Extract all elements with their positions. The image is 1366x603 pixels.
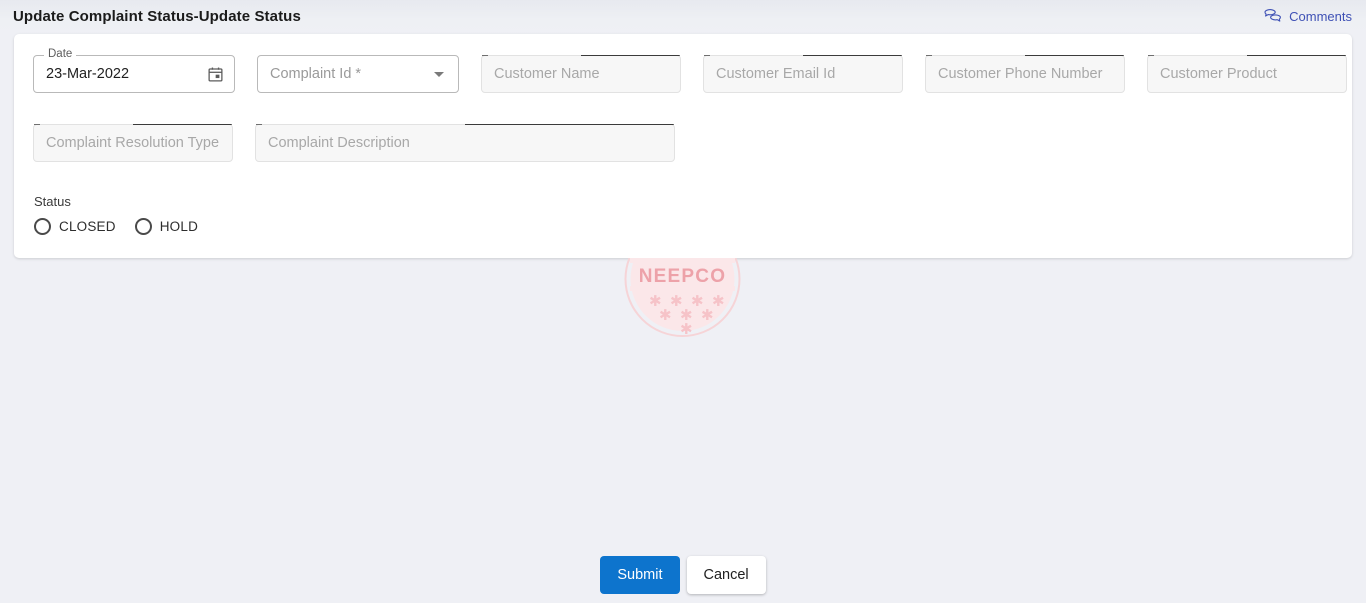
status-radio-closed-label: CLOSED bbox=[59, 219, 116, 234]
svg-text:✱: ✱ bbox=[680, 307, 693, 324]
svg-text:✱: ✱ bbox=[701, 307, 714, 324]
complaint-id-select-placeholder: Complaint Id * bbox=[270, 66, 362, 82]
chevron-down-icon[interactable] bbox=[434, 71, 444, 77]
svg-text:✱: ✱ bbox=[680, 321, 693, 338]
date-field[interactable]: Date 23-Mar-2022 bbox=[33, 48, 235, 93]
date-field-label: Date bbox=[44, 48, 77, 60]
complaint-description-field: Complaint Description bbox=[255, 124, 675, 162]
page-header: Update Complaint Status-Update Status Co… bbox=[0, 0, 1366, 33]
comments-link-label: Comments bbox=[1289, 9, 1352, 24]
comments-icon bbox=[1264, 8, 1282, 26]
customer-name-placeholder: Customer Name bbox=[494, 66, 600, 82]
customer-email-id-field: Customer Email Id bbox=[703, 55, 903, 93]
customer-name-field: Customer Name bbox=[481, 55, 681, 93]
status-radio-row: CLOSED HOLD bbox=[34, 218, 198, 235]
customer-phone-number-placeholder: Customer Phone Number bbox=[938, 66, 1103, 82]
complaint-resolution-type-field: Complaint Resolution Type bbox=[33, 124, 233, 162]
complaint-id-select[interactable]: Complaint Id * bbox=[257, 55, 459, 93]
status-radio-hold[interactable]: HOLD bbox=[134, 218, 199, 235]
cancel-button[interactable]: Cancel bbox=[686, 556, 766, 594]
radio-circle-icon bbox=[34, 218, 51, 235]
svg-text:✱: ✱ bbox=[659, 307, 672, 324]
customer-product-placeholder: Customer Product bbox=[1160, 66, 1277, 82]
status-radio-hold-label: HOLD bbox=[159, 219, 199, 234]
form-row-one: Date 23-Mar-2022 Complaint Id * Customer… bbox=[33, 48, 1366, 93]
complaint-form-card: Date 23-Mar-2022 Complaint Id * Customer… bbox=[14, 34, 1352, 258]
svg-text:NEEPCO: NEEPCO bbox=[639, 266, 726, 287]
customer-phone-number-field: Customer Phone Number bbox=[925, 55, 1125, 93]
complaint-resolution-type-placeholder: Complaint Resolution Type bbox=[46, 135, 220, 151]
svg-text:✱: ✱ bbox=[691, 293, 704, 310]
customer-product-field: Customer Product bbox=[1147, 55, 1347, 93]
radio-circle-icon bbox=[134, 218, 152, 235]
date-field-value: 23-Mar-2022 bbox=[46, 66, 130, 82]
comments-link[interactable]: Comments bbox=[1264, 8, 1352, 26]
status-group: Status CLOSED HOLD bbox=[34, 194, 198, 235]
calendar-icon[interactable] bbox=[204, 63, 226, 85]
footer-actions: Submit Cancel bbox=[0, 556, 1366, 594]
form-row-two: Complaint Resolution Type Complaint Desc… bbox=[33, 124, 697, 162]
status-radio-closed[interactable]: CLOSED bbox=[34, 218, 116, 235]
complaint-description-placeholder: Complaint Description bbox=[268, 135, 410, 151]
svg-text:✱: ✱ bbox=[649, 293, 662, 310]
customer-email-id-placeholder: Customer Email Id bbox=[716, 66, 836, 82]
svg-text:✱: ✱ bbox=[670, 293, 683, 310]
status-group-label: Status bbox=[34, 194, 71, 209]
page-title: Update Complaint Status-Update Status bbox=[13, 8, 301, 25]
submit-button[interactable]: Submit bbox=[600, 556, 680, 594]
svg-text:✱: ✱ bbox=[712, 293, 725, 310]
